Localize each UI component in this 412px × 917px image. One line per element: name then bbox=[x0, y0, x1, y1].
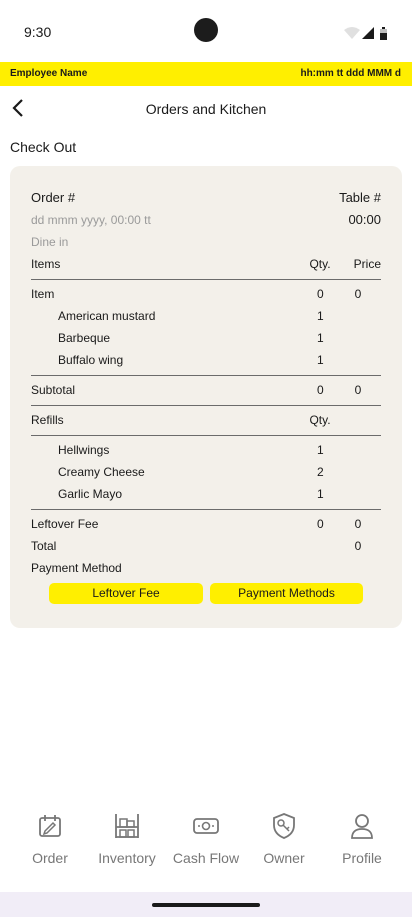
subtotal-qty: 0 bbox=[317, 383, 324, 397]
item-label: Item bbox=[31, 287, 55, 301]
sub-item-qty: 1 bbox=[317, 331, 324, 345]
sub-item-qty: 1 bbox=[317, 309, 324, 323]
item-price: 0 bbox=[354, 287, 362, 301]
sub-item-qty: 1 bbox=[317, 353, 324, 367]
item-row: Item 0 0 bbox=[31, 284, 381, 304]
total-label: Total bbox=[31, 539, 57, 553]
divider bbox=[31, 375, 381, 376]
page-title: Orders and Kitchen bbox=[145, 101, 267, 117]
nav-item-profile[interactable]: Profile bbox=[321, 806, 403, 866]
nav-item-inventory[interactable]: Inventory bbox=[86, 806, 168, 866]
camera-cutout bbox=[194, 18, 218, 42]
subtotal-label: Subtotal bbox=[31, 383, 76, 397]
bottom-nav: Order Inventory Cash Flow Owner Profile bbox=[0, 806, 412, 892]
order-icon bbox=[39, 815, 61, 837]
leftover-fee-label: Leftover Fee bbox=[31, 517, 99, 531]
subtotal-price: 0 bbox=[354, 383, 362, 397]
sub-item-row: Buffalo wing 1 bbox=[31, 350, 381, 370]
order-datetime: dd mmm yyyy, 00:00 tt bbox=[31, 213, 151, 227]
refill-name: Garlic Mayo bbox=[58, 487, 123, 501]
profile-icon bbox=[351, 814, 373, 839]
service-type-row: Dine in bbox=[31, 232, 381, 252]
sub-item-name: Buffalo wing bbox=[58, 353, 124, 367]
divider bbox=[31, 405, 381, 406]
employee-datetime: hh:mm tt ddd MMM d bbox=[300, 68, 401, 79]
home-indicator-area bbox=[0, 892, 412, 917]
service-type: Dine in bbox=[31, 235, 69, 249]
items-header-row: Items Qty. Price bbox=[31, 254, 381, 274]
status-time: 9:30 bbox=[24, 24, 52, 40]
owner-icon bbox=[273, 813, 295, 839]
payment-method-label: Payment Method bbox=[31, 561, 122, 575]
order-card: Order # Table # dd mmm yyyy, 00:00 tt 00… bbox=[10, 166, 402, 628]
signal-icon bbox=[362, 27, 374, 39]
nav-label: Order bbox=[32, 850, 68, 866]
nav-label: Owner bbox=[263, 850, 305, 866]
item-qty: 0 bbox=[317, 287, 324, 301]
nav-item-owner[interactable]: Owner bbox=[243, 806, 325, 866]
refill-name: Hellwings bbox=[58, 443, 110, 457]
cash-flow-icon bbox=[193, 818, 219, 834]
nav-label: Inventory bbox=[98, 850, 156, 866]
nav-label: Cash Flow bbox=[172, 850, 240, 866]
qty-header: Qty. bbox=[309, 257, 331, 271]
refills-header-label: Refills bbox=[31, 413, 64, 427]
sub-item-name: Barbeque bbox=[58, 331, 111, 345]
order-header-row: Order # Table # bbox=[31, 188, 381, 208]
refill-qty: 2 bbox=[317, 465, 324, 479]
inventory-icon bbox=[115, 814, 139, 838]
payment-method-row: Payment Method bbox=[31, 558, 381, 578]
leftover-fee-qty: 0 bbox=[317, 517, 324, 531]
leftover-fee-row: Leftover Fee 0 0 bbox=[31, 514, 381, 534]
order-datetime-row: dd mmm yyyy, 00:00 tt 00:00 bbox=[31, 210, 381, 230]
leftover-fee-button[interactable]: Leftover Fee bbox=[49, 583, 203, 604]
total-price: 0 bbox=[354, 539, 362, 553]
total-row: Total 0 bbox=[31, 536, 381, 556]
status-bar: 9:30 bbox=[0, 0, 412, 62]
order-number-label: Order # bbox=[31, 190, 76, 205]
order-time: 00:00 bbox=[348, 212, 381, 227]
header: Orders and Kitchen bbox=[0, 86, 412, 132]
employee-name: Employee Name bbox=[10, 68, 88, 79]
sub-item-row: American mustard 1 bbox=[31, 306, 381, 326]
divider bbox=[31, 509, 381, 510]
employee-bar: Employee Name hh:mm tt ddd MMM d bbox=[0, 62, 412, 86]
status-icons bbox=[344, 27, 387, 40]
sub-item-name: American mustard bbox=[58, 309, 156, 323]
refills-qty-header: Qty. bbox=[309, 413, 331, 427]
nav-label: Profile bbox=[342, 850, 382, 866]
table-number-label: Table # bbox=[339, 190, 381, 205]
nav-item-order[interactable]: Order bbox=[9, 806, 91, 866]
payment-methods-button[interactable]: Payment Methods bbox=[210, 583, 363, 604]
refills-header-row: Refills Qty. bbox=[31, 410, 381, 430]
refill-qty: 1 bbox=[317, 443, 324, 457]
refill-row: Garlic Mayo 1 bbox=[31, 484, 381, 504]
items-header-label: Items bbox=[31, 257, 61, 271]
home-indicator[interactable] bbox=[152, 903, 260, 907]
subtotal-row: Subtotal 0 0 bbox=[31, 380, 381, 400]
leftover-fee-price: 0 bbox=[354, 517, 362, 531]
wifi-icon bbox=[344, 27, 360, 39]
refill-row: Hellwings 1 bbox=[31, 440, 381, 460]
refill-qty: 1 bbox=[317, 487, 324, 501]
refill-name: Creamy Cheese bbox=[58, 465, 145, 479]
divider bbox=[31, 435, 381, 436]
sub-item-row: Barbeque 1 bbox=[31, 328, 381, 348]
price-header: Price bbox=[353, 257, 381, 271]
section-title: Check Out bbox=[10, 139, 77, 155]
divider bbox=[31, 279, 381, 280]
nav-item-cash-flow[interactable]: Cash Flow bbox=[165, 806, 247, 866]
refill-row: Creamy Cheese 2 bbox=[31, 462, 381, 482]
